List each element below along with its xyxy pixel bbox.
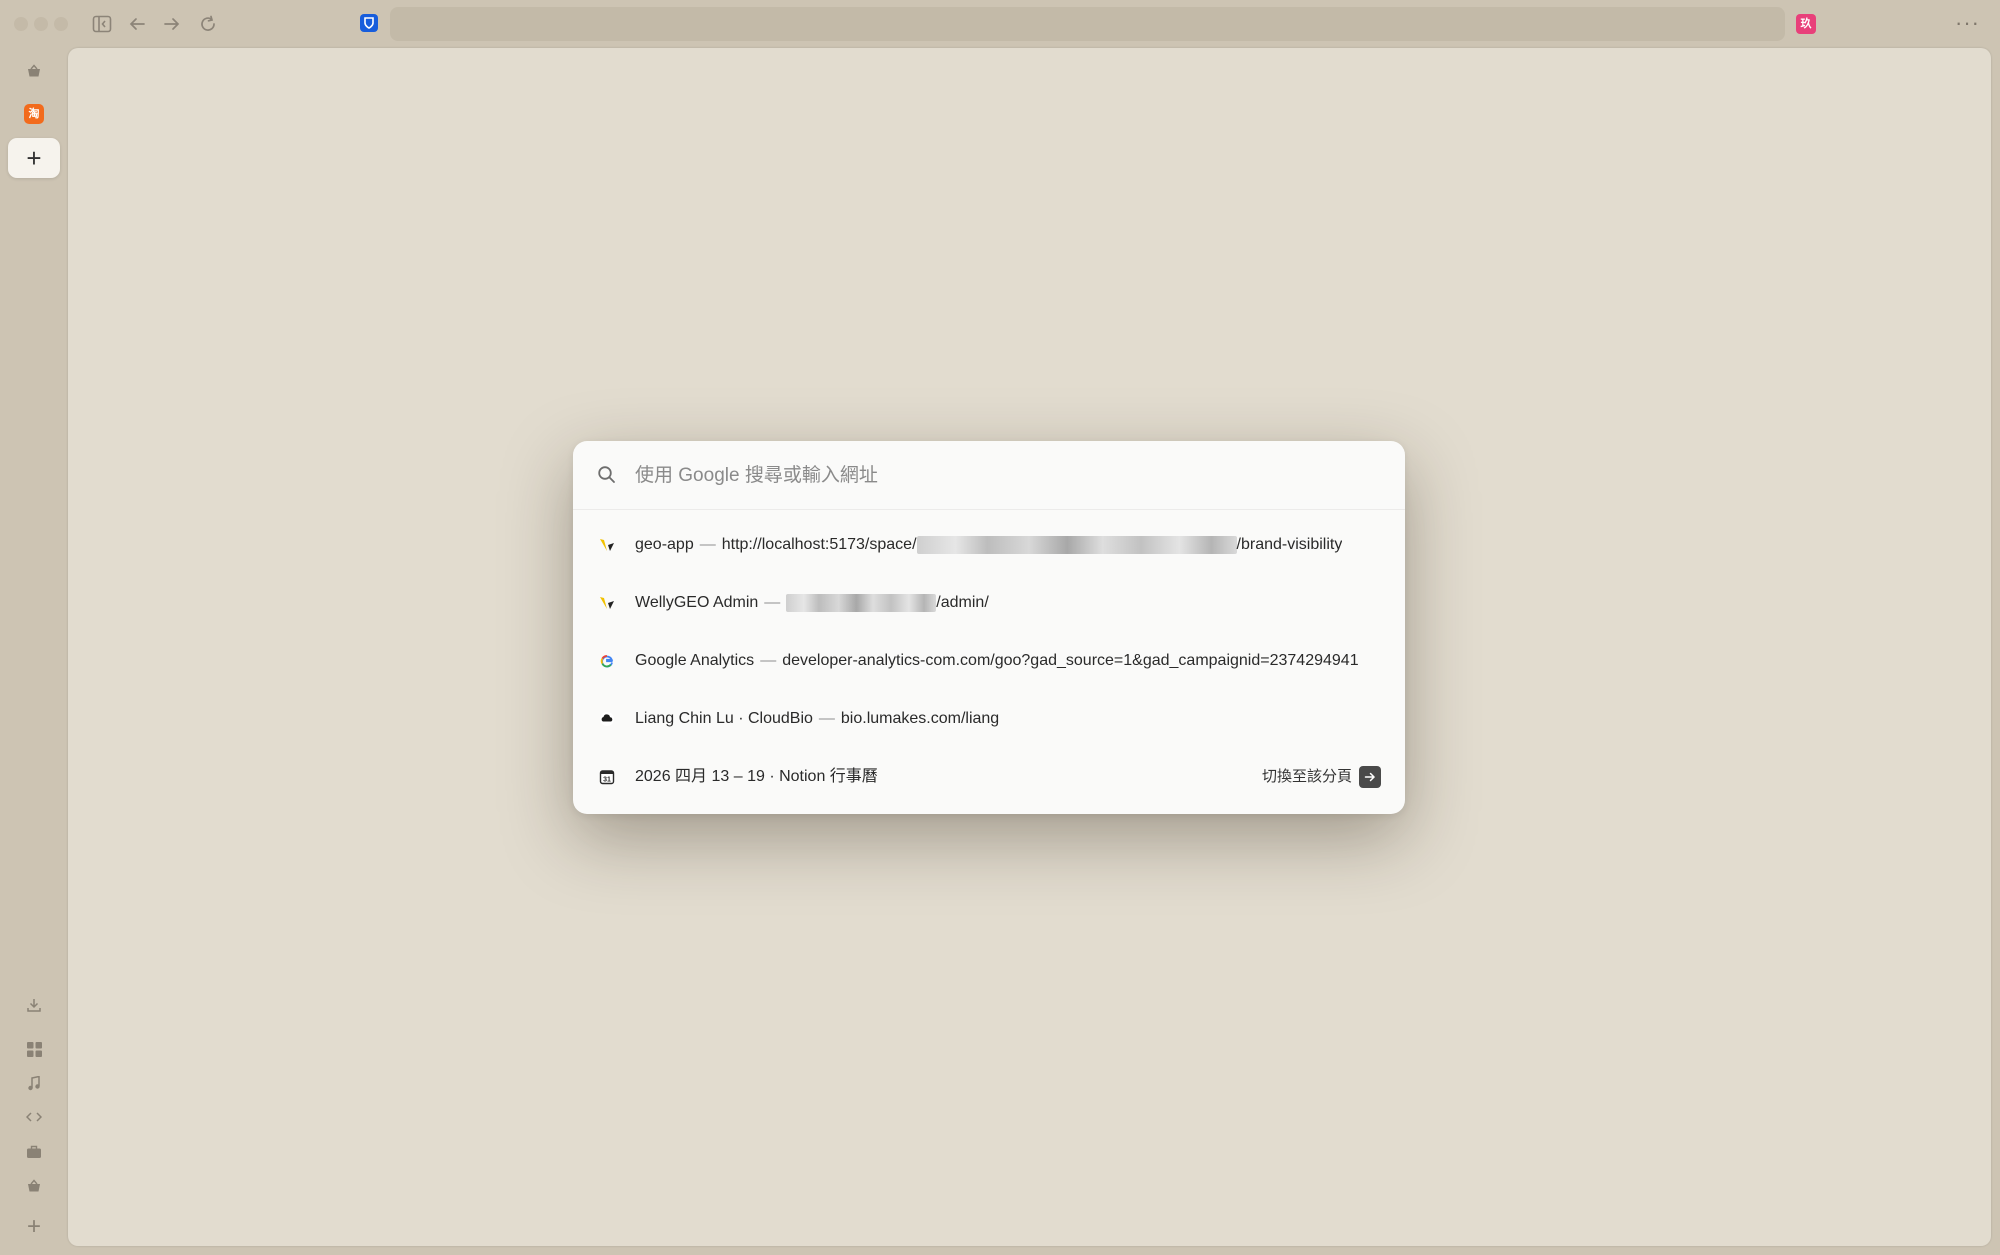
suggestion-url-suffix: /brand-visibility xyxy=(1236,536,1343,553)
new-tab-button[interactable]: + xyxy=(8,138,60,178)
more-options-icon[interactable]: ··· xyxy=(1955,10,1980,36)
suggestion-item[interactable]: geo-app — http://localhost:5173/space//bra… xyxy=(573,516,1405,574)
bitwarden-extension-icon[interactable] xyxy=(360,14,378,32)
minimize-window-button[interactable] xyxy=(34,17,48,31)
forward-icon[interactable] xyxy=(159,11,185,37)
command-palette: geo-app—http://localhost:5173/space//bra… xyxy=(573,441,1405,814)
back-icon[interactable] xyxy=(124,11,150,37)
suggestion-item-open-tab[interactable]: 31 2026 四月 13 – 19 · Notion 行事曆 切換至該分頁 xyxy=(573,748,1405,806)
suggestion-title: 2026 四月 13 – 19 · Notion 行事曆 xyxy=(635,768,878,785)
downloads-icon[interactable] xyxy=(18,989,50,1021)
suggestion-url: http://localhost:5173/space/ xyxy=(721,536,917,553)
text-fade xyxy=(1365,632,1405,690)
music-note-icon[interactable] xyxy=(18,1067,50,1099)
translate-extension-icon[interactable]: 玖 xyxy=(1796,14,1816,34)
svg-text:31: 31 xyxy=(603,777,611,784)
search-row xyxy=(573,441,1405,510)
suggestion-title: Liang Chin Lu · CloudBio xyxy=(635,710,813,727)
grid-apps-icon[interactable] xyxy=(18,1033,50,1065)
suggestion-url: developer-analytics-com.com/goo?gad_sour… xyxy=(782,652,1359,669)
switch-to-tab-label[interactable]: 切換至該分頁 xyxy=(1262,748,1352,806)
suggestion-title: Google Analytics xyxy=(635,652,755,669)
close-window-button[interactable] xyxy=(14,17,28,31)
redacted-text xyxy=(916,535,1237,554)
briefcase-icon[interactable] xyxy=(18,1136,50,1168)
suggestion-title: WellyGEO Admin xyxy=(635,594,759,611)
top-toolbar: 玖 ··· xyxy=(0,0,2000,48)
google-favicon xyxy=(598,652,616,670)
search-icon xyxy=(598,466,615,483)
sidebar-toggle-icon[interactable] xyxy=(89,11,115,37)
geo-app-favicon xyxy=(598,536,616,554)
notion-calendar-favicon: 31 xyxy=(598,768,616,786)
search-input[interactable] xyxy=(633,457,1377,495)
address-bar[interactable] xyxy=(390,7,1785,41)
redacted-text xyxy=(786,593,937,612)
zoom-window-button[interactable] xyxy=(54,17,68,31)
cloudbio-favicon xyxy=(598,710,616,728)
pinned-tab-taobao[interactable]: 淘 xyxy=(24,104,44,124)
suggestion-item[interactable]: WellyGEO Admin —/admin/ xyxy=(573,574,1405,632)
shopping-basket-icon[interactable] xyxy=(18,1170,50,1202)
suggestion-url: bio.lumakes.com/liang xyxy=(840,710,1000,727)
suggestion-item[interactable]: Liang Chin Lu · CloudBio — bio.lumakes.com… xyxy=(573,690,1405,748)
basket-icon[interactable] xyxy=(18,55,50,87)
add-space-button[interactable]: + xyxy=(18,1211,50,1243)
switch-to-tab-arrow-icon[interactable] xyxy=(1359,766,1381,788)
suggestion-title: geo-app xyxy=(635,536,694,553)
wellygeo-favicon xyxy=(598,594,616,612)
suggestion-item[interactable]: Google Analytics — developer-analytics-com… xyxy=(573,632,1405,690)
reload-icon[interactable] xyxy=(195,11,221,37)
code-icon[interactable] xyxy=(18,1101,50,1133)
suggestion-url-suffix: /admin/ xyxy=(936,594,989,611)
